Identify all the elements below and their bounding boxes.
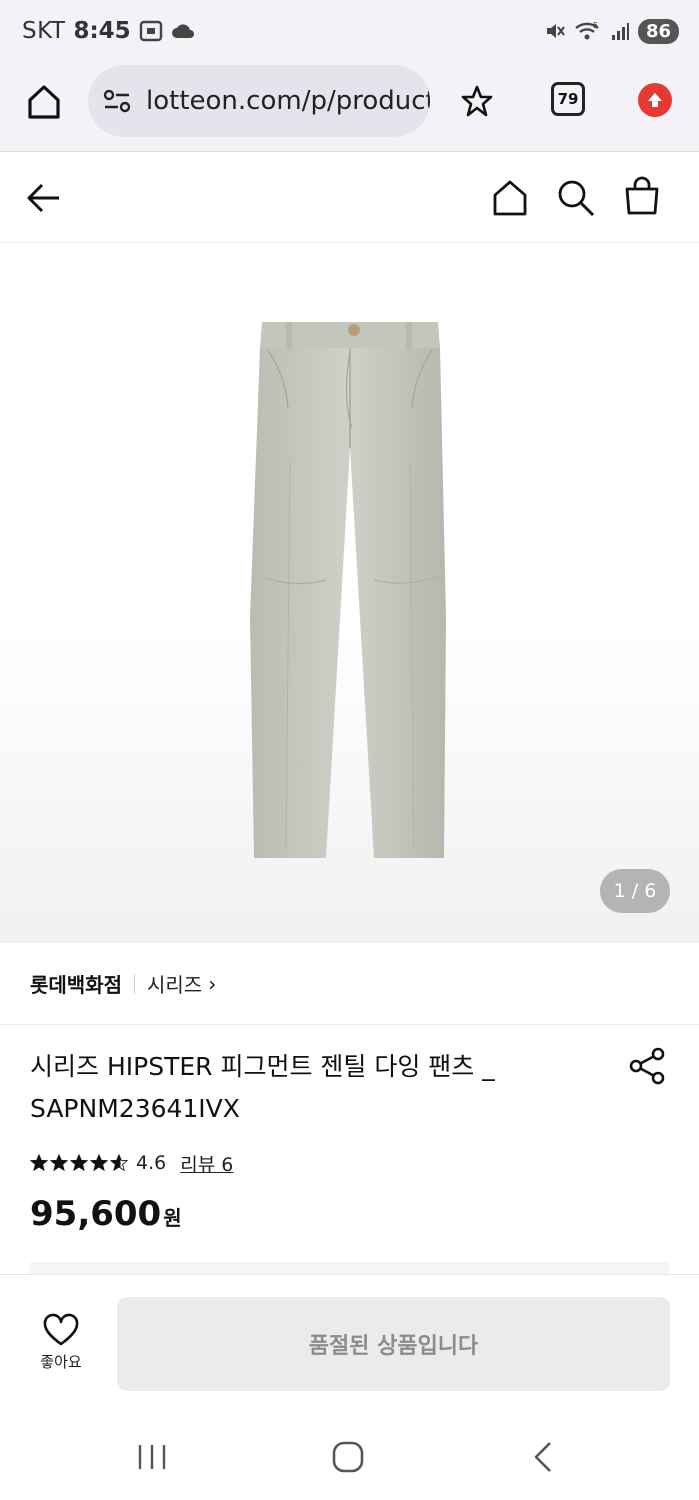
price-value: 95,600 (30, 1194, 162, 1234)
shopping-bag-icon[interactable] (622, 176, 662, 216)
status-bar: SKT 8:45 5 86 (0, 0, 699, 62)
brand-divider (134, 973, 135, 994)
product-image-carousel[interactable]: 1 / 6 (0, 243, 699, 943)
like-button[interactable]: 좋아요 (30, 1313, 92, 1373)
system-nav-bar (0, 1402, 699, 1500)
review-link[interactable]: 리뷰 6 (180, 1150, 233, 1177)
star-icon (50, 1154, 68, 1172)
address-bar[interactable]: lotteon.com/p/product/ (88, 65, 430, 137)
tab-count-button[interactable]: 79 (551, 82, 585, 116)
signal-icon (611, 23, 629, 40)
carrier-name: SKT (22, 18, 66, 44)
site-settings-icon[interactable] (102, 86, 132, 116)
update-icon[interactable] (638, 83, 672, 117)
recent-apps-icon[interactable] (136, 1442, 168, 1472)
share-icon[interactable] (628, 1046, 668, 1086)
rating-row: 4.6 리뷰 6 (30, 1148, 233, 1178)
svg-text:5: 5 (593, 21, 598, 30)
bookmark-star-icon[interactable] (460, 84, 494, 118)
product-image (250, 322, 446, 858)
store-name[interactable]: 롯데백화점 (30, 969, 122, 998)
back-arrow-icon[interactable] (25, 179, 63, 217)
like-label: 좋아요 (40, 1353, 82, 1371)
star-icon (30, 1154, 48, 1172)
chevron-right-icon: › (208, 971, 217, 996)
browser-toolbar: lotteon.com/p/product/ 79 (0, 62, 699, 152)
star-icon (70, 1154, 88, 1172)
section-divider (30, 1262, 669, 1274)
sold-out-button[interactable]: 품절된 상품입니다 (117, 1297, 670, 1391)
status-time: 8:45 (73, 18, 131, 44)
wifi-icon: 5 (575, 21, 599, 40)
rating-stars (30, 1154, 128, 1172)
star-icon (90, 1154, 108, 1172)
price-unit: 원 (163, 1206, 182, 1230)
rating-value: 4.6 (136, 1152, 167, 1174)
url-text: lotteon.com/p/product/ (146, 86, 430, 116)
star-icon (110, 1154, 128, 1172)
price: 95,600 원 (30, 1194, 182, 1234)
brand-link[interactable]: 시리즈 (147, 969, 202, 998)
brand-row[interactable]: 롯데백화점 시리즈 › (0, 943, 699, 1025)
mute-icon (546, 24, 565, 38)
battery-level: 86 (637, 18, 679, 44)
product-title: 시리즈 HIPSTER 피그먼트 젠틸 다잉 팬츠 _ SAPNM23641IV… (30, 1052, 495, 1123)
system-back-icon[interactable] (530, 1440, 556, 1474)
page-header (0, 152, 699, 243)
search-icon[interactable] (556, 178, 596, 218)
system-home-icon[interactable] (331, 1440, 365, 1474)
heart-icon (43, 1313, 79, 1346)
home-icon[interactable] (490, 178, 530, 218)
bottom-action-bar: 좋아요 품절된 상품입니다 (0, 1274, 699, 1402)
image-counter: 1 / 6 (600, 869, 670, 913)
screenshot-icon (139, 20, 162, 42)
browser-home-icon[interactable] (24, 82, 64, 122)
cloud-icon (171, 24, 194, 38)
